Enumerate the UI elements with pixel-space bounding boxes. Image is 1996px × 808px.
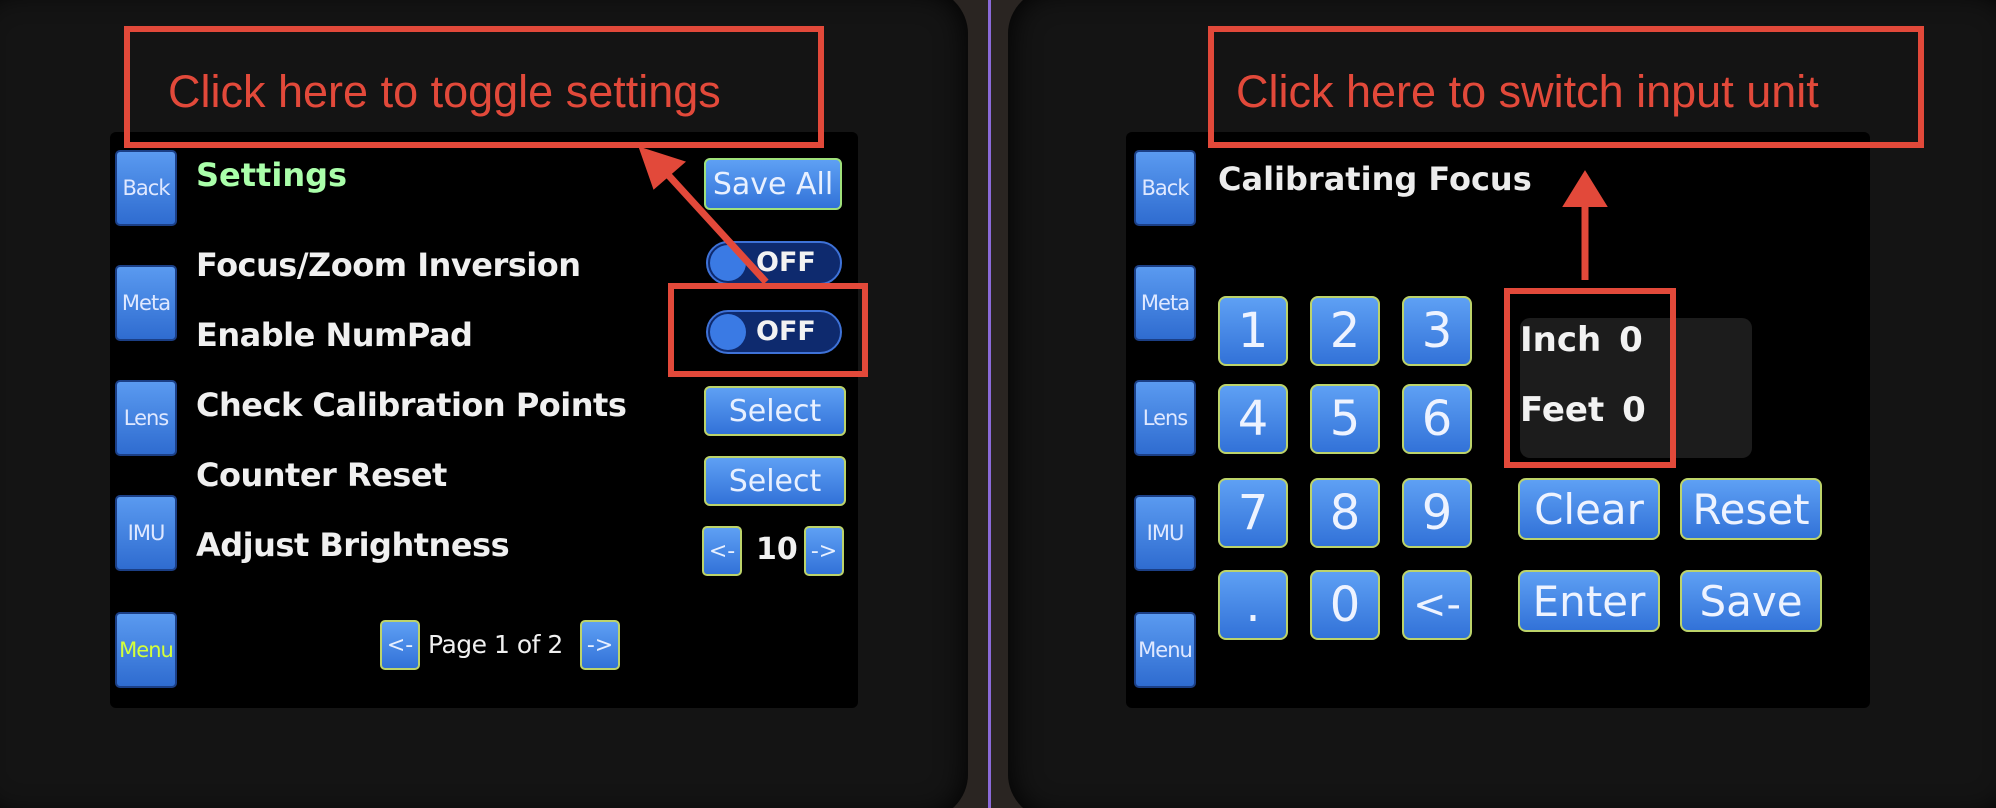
arrow-to-unit-icon xyxy=(1562,170,1608,280)
callout-arrows xyxy=(638,146,1608,285)
arrow-to-settings-icon xyxy=(638,146,769,285)
